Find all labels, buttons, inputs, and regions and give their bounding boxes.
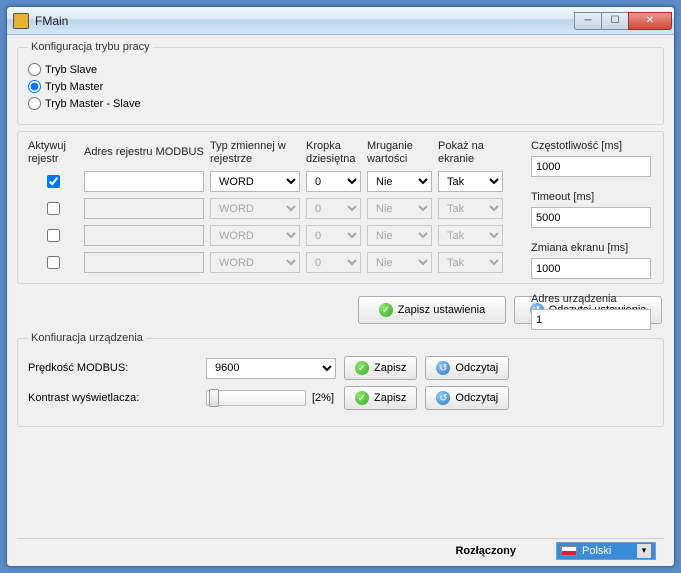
device-legend: Konfiuracja urządzenia — [28, 332, 146, 344]
contrast-value: [2%] — [312, 392, 334, 404]
minimize-button[interactable]: ─ — [574, 12, 602, 30]
show-select: Tak — [438, 225, 503, 246]
save-settings-label: Zapisz ustawienia — [398, 304, 485, 316]
radio-master-label: Tryb Master — [45, 81, 103, 93]
show-select: Tak — [438, 198, 503, 219]
type-select: WORD — [210, 225, 300, 246]
speed-save-button[interactable]: ✓ Zapisz — [344, 356, 417, 380]
radio-master-slave[interactable]: Tryb Master - Slave — [28, 97, 653, 110]
dot-select[interactable]: 0 — [306, 171, 361, 192]
address-input — [84, 225, 204, 246]
speed-read-button[interactable]: ↺ Odczytaj — [425, 356, 509, 380]
address-input[interactable] — [84, 171, 204, 192]
close-button[interactable]: ✕ — [628, 12, 672, 30]
app-window: FMain ─ ☐ ✕ Konfiguracja trybu pracy Try… — [6, 6, 675, 567]
register-group: Aktywuj rejestr Adres rejestru MODBUS Ty… — [17, 131, 664, 284]
table-row — [28, 253, 78, 272]
contrast-read-label: Odczytaj — [455, 392, 498, 404]
radio-slave-input[interactable] — [28, 63, 41, 76]
dot-select: 0 — [306, 198, 361, 219]
statusbar: Rozłączony Polski ▾ — [17, 538, 664, 562]
hdr-activate: Aktywuj rejestr — [28, 140, 78, 165]
devaddr-label: Adres urządzenia — [531, 293, 651, 305]
app-icon — [13, 13, 29, 29]
maximize-button[interactable]: ☐ — [601, 12, 629, 30]
address-input — [84, 198, 204, 219]
language-label: Polski — [582, 545, 611, 557]
hdr-show: Pokaż na ekranie — [438, 140, 503, 165]
type-select: WORD — [210, 198, 300, 219]
hdr-address: Adres rejestru MODBUS — [84, 146, 204, 159]
refresh-icon: ↺ — [436, 361, 450, 375]
params-panel: Częstotliwość [ms] Timeout [ms] Zmiana e… — [531, 140, 651, 330]
contrast-save-button[interactable]: ✓ Zapisz — [344, 386, 417, 410]
freq-label: Częstotliwość [ms] — [531, 140, 651, 152]
device-group: Konfiuracja urządzenia Prędkość MODBUS: … — [17, 332, 664, 427]
chevron-down-icon: ▾ — [637, 544, 651, 558]
activate-checkbox[interactable] — [47, 229, 60, 242]
titlebar[interactable]: FMain ─ ☐ ✕ — [7, 7, 674, 35]
check-icon: ✓ — [379, 303, 393, 317]
speed-row: Prędkość MODBUS: 9600 ✓ Zapisz ↺ Odczyta… — [28, 356, 653, 380]
mode-legend: Konfiguracja trybu pracy — [28, 41, 153, 53]
contrast-row: Kontrast wyświetlacza: [2%] ✓ Zapisz ↺ O… — [28, 386, 653, 410]
speed-label: Prędkość MODBUS: — [28, 362, 198, 374]
speed-select[interactable]: 9600 — [206, 358, 336, 379]
activate-checkbox[interactable] — [47, 175, 60, 188]
contrast-slider[interactable] — [206, 390, 306, 406]
table-row — [28, 226, 78, 245]
hdr-type: Typ zmiennej w rejestrze — [210, 140, 300, 165]
activate-checkbox[interactable] — [47, 256, 60, 269]
flag-poland-icon — [561, 546, 577, 556]
window-buttons: ─ ☐ ✕ — [575, 12, 672, 30]
hdr-blink: Mruganie wartości — [367, 140, 432, 165]
devaddr-input[interactable] — [531, 309, 651, 330]
contrast-label: Kontrast wyświetlacza: — [28, 392, 198, 404]
connection-status: Rozłączony — [455, 545, 516, 557]
blink-select[interactable]: Nie — [367, 171, 432, 192]
blink-select: Nie — [367, 252, 432, 273]
window-title: FMain — [35, 14, 575, 28]
show-select: Tak — [438, 252, 503, 273]
screen-input[interactable] — [531, 258, 651, 279]
mode-group: Konfiguracja trybu pracy Tryb Slave Tryb… — [17, 41, 664, 125]
blink-select: Nie — [367, 225, 432, 246]
radio-slave[interactable]: Tryb Slave — [28, 63, 653, 76]
radio-master-input[interactable] — [28, 80, 41, 93]
table-row — [28, 172, 78, 191]
hdr-dot: Kropka dziesiętna — [306, 140, 361, 165]
show-select[interactable]: Tak — [438, 171, 503, 192]
radio-master-slave-label: Tryb Master - Slave — [45, 98, 141, 110]
type-select: WORD — [210, 252, 300, 273]
timeout-input[interactable] — [531, 207, 651, 228]
check-icon: ✓ — [355, 391, 369, 405]
activate-checkbox[interactable] — [47, 202, 60, 215]
slider-thumb[interactable] — [209, 389, 219, 407]
freq-input[interactable] — [531, 156, 651, 177]
radio-master[interactable]: Tryb Master — [28, 80, 653, 93]
address-input — [84, 252, 204, 273]
blink-select: Nie — [367, 198, 432, 219]
contrast-read-button[interactable]: ↺ Odczytaj — [425, 386, 509, 410]
contrast-save-label: Zapisz — [374, 392, 406, 404]
radio-master-slave-input[interactable] — [28, 97, 41, 110]
type-select[interactable]: WORD — [210, 171, 300, 192]
dot-select: 0 — [306, 252, 361, 273]
dot-select: 0 — [306, 225, 361, 246]
refresh-icon: ↺ — [436, 391, 450, 405]
timeout-label: Timeout [ms] — [531, 191, 651, 203]
speed-save-label: Zapisz — [374, 362, 406, 374]
screen-label: Zmiana ekranu [ms] — [531, 242, 651, 254]
check-icon: ✓ — [355, 361, 369, 375]
speed-read-label: Odczytaj — [455, 362, 498, 374]
radio-slave-label: Tryb Slave — [45, 64, 97, 76]
contrast-slider-wrap: [2%] — [206, 390, 336, 406]
save-settings-button[interactable]: ✓ Zapisz ustawienia — [358, 296, 506, 324]
table-row — [28, 199, 78, 218]
language-select[interactable]: Polski ▾ — [556, 542, 656, 560]
client-area: Konfiguracja trybu pracy Tryb Slave Tryb… — [7, 35, 674, 566]
